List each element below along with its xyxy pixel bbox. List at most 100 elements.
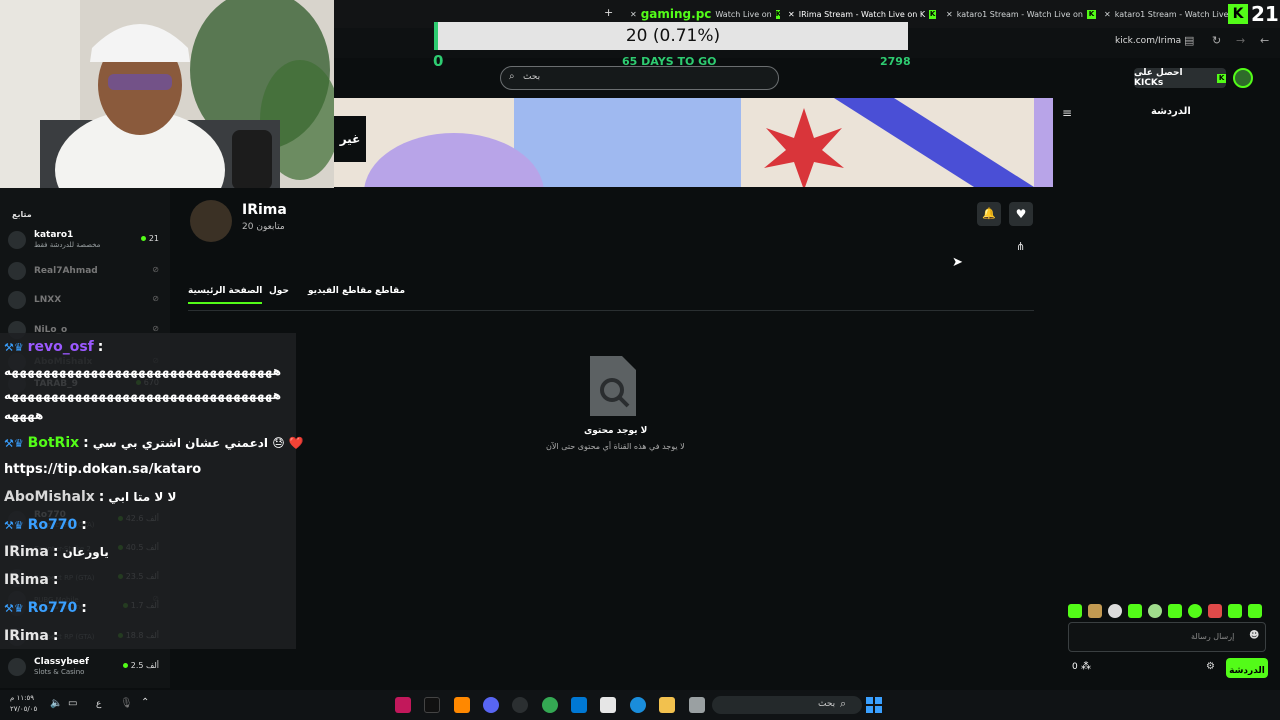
store-icon[interactable] bbox=[600, 697, 616, 713]
tab-clips[interactable]: مقاطع bbox=[375, 286, 405, 296]
chevron-up-icon[interactable]: ⌃ bbox=[141, 697, 149, 708]
discord-icon[interactable] bbox=[483, 697, 499, 713]
emote-icon[interactable] bbox=[1068, 604, 1082, 618]
network-icon[interactable]: ▭ bbox=[68, 698, 77, 709]
live-dot-icon bbox=[140, 236, 146, 241]
task-view-icon[interactable] bbox=[689, 697, 705, 713]
sidebar-channel-item[interactable]: kataro1 مخصصة للدردشة فقط 21 bbox=[8, 226, 163, 254]
empty-state-title: لا يوجد محتوى bbox=[584, 426, 648, 436]
kick-logo-icon: K bbox=[1228, 4, 1248, 24]
sidebar-viewer-count: 21 bbox=[140, 234, 159, 243]
goal-progress-bar: 20 (0.71%) bbox=[434, 22, 908, 50]
follower-count: 20 متابعون bbox=[242, 222, 285, 232]
banner-artwork bbox=[334, 98, 1053, 187]
badge-icon: ⚒♛ bbox=[4, 341, 28, 354]
banner-side-label-box: غير bbox=[334, 116, 366, 162]
avatar[interactable] bbox=[1233, 68, 1253, 88]
overlay-chat-separator: : bbox=[97, 339, 104, 355]
browser-tab[interactable]: ✕ kataro1 Stream - Watch Live bbox=[1104, 5, 1234, 23]
emote-bar bbox=[1068, 604, 1268, 618]
overlay-chat-separator: : bbox=[81, 600, 87, 616]
taskbar-search[interactable]: بحث ⌕ bbox=[712, 696, 862, 714]
obs-icon[interactable] bbox=[512, 697, 528, 713]
overlay-chat-text: ههههه bbox=[4, 408, 44, 422]
send-chat-button[interactable]: الدردشة bbox=[1226, 658, 1268, 678]
emote-icon[interactable] bbox=[1228, 604, 1242, 618]
tiktok-icon[interactable] bbox=[424, 697, 440, 713]
windows-start-icon[interactable] bbox=[866, 697, 882, 713]
share-icon[interactable]: ⋔ bbox=[1016, 240, 1025, 253]
speaker-icon[interactable]: 🔈 bbox=[50, 698, 62, 709]
sidebar-channel-text: Real7Ahmad bbox=[34, 266, 98, 277]
overlay-chat-message: ⚒♛ revo_osf: bbox=[4, 336, 107, 355]
gear-icon[interactable]: ⚙ bbox=[1206, 661, 1215, 672]
offline-icon: ⊘ bbox=[152, 324, 159, 333]
tabs-divider bbox=[188, 310, 1034, 311]
overlay-chat-message: https://tip.dokan.sa/kataro bbox=[4, 458, 201, 477]
overlay-chat-message: AboMishalx: لا لا متا ابي bbox=[4, 486, 176, 505]
vlc-icon[interactable] bbox=[454, 697, 470, 713]
chat-message-input[interactable]: إرسال رسالة ☻ bbox=[1068, 622, 1266, 652]
close-icon[interactable]: ✕ bbox=[630, 10, 637, 19]
get-kicks-button[interactable]: احصل على KICKs K bbox=[1134, 68, 1226, 88]
channel-avatar[interactable] bbox=[190, 200, 232, 242]
microphone-icon[interactable]: 🎙 bbox=[120, 698, 133, 709]
mouse-cursor-icon: ➤ bbox=[952, 255, 963, 270]
badge-icon: ⚒♛ bbox=[4, 602, 28, 615]
app-icon[interactable] bbox=[395, 697, 411, 713]
overlay-chat-message: IRima: bbox=[4, 569, 62, 588]
browser-tab[interactable]: ✕ kataro1 Stream - Watch Live on K bbox=[946, 5, 1096, 23]
overlay-chat-text: ههههههههههههههههههههههههههههههههههه bbox=[4, 388, 282, 402]
outlook-icon[interactable] bbox=[571, 697, 587, 713]
notification-bell-button[interactable]: 🔔 bbox=[977, 202, 1001, 226]
sidebar-channel-item[interactable]: LNXX ⊘ bbox=[8, 286, 163, 314]
overlay-chat-separator: : bbox=[81, 517, 87, 533]
live-dot-icon bbox=[122, 663, 128, 668]
language-indicator[interactable]: ع bbox=[96, 699, 101, 709]
emote-icon[interactable] bbox=[1248, 604, 1262, 618]
collapse-chat-icon[interactable]: ≡ bbox=[1062, 106, 1072, 120]
emote-icon[interactable] bbox=[1168, 604, 1182, 618]
forward-icon[interactable]: → bbox=[1236, 34, 1245, 47]
emote-icon[interactable] bbox=[1188, 604, 1202, 618]
browser-tab-active[interactable]: ✕ IRima Stream - Watch Live on K K bbox=[788, 5, 936, 23]
overlay-chat-message: IRima: ياورعان bbox=[4, 541, 109, 560]
viewer-count-text: 21 bbox=[148, 234, 159, 243]
reload-icon[interactable]: ↻ bbox=[1212, 34, 1221, 47]
reader-icon[interactable]: ▤ bbox=[1184, 34, 1194, 47]
emoji-icon[interactable]: ☻ bbox=[1249, 630, 1259, 641]
emote-icon[interactable] bbox=[1148, 604, 1162, 618]
browser-tab[interactable]: ✕ gaming.pc Watch Live on K bbox=[630, 5, 780, 23]
edge-icon[interactable] bbox=[630, 697, 646, 713]
close-icon[interactable]: ✕ bbox=[1104, 10, 1111, 19]
offline-icon: ⊘ bbox=[152, 265, 159, 274]
tab-videos[interactable]: مقاطع الفيديو bbox=[308, 286, 372, 296]
sidebar-viewer-count: 2.5 ألف bbox=[122, 661, 159, 670]
overlay-chat-text: ههههههههههههههههههههههههههههههههههه bbox=[4, 364, 282, 378]
sidebar-channel-text: kataro1 مخصصة للدردشة فقط bbox=[34, 230, 100, 250]
new-tab-button[interactable]: + bbox=[604, 6, 613, 19]
stream-chat-overlay: ⚒♛ revo_osf: هههههههههههههههههههههههههههه… bbox=[0, 333, 304, 649]
channel-banner: غير bbox=[334, 98, 1053, 187]
chrome-icon[interactable] bbox=[542, 697, 558, 713]
close-icon[interactable]: ✕ bbox=[788, 10, 795, 19]
back-icon[interactable]: ← bbox=[1260, 34, 1269, 47]
sidebar-channel-item[interactable]: Classybeef Slots & Casino 2.5 ألف bbox=[8, 653, 163, 681]
follow-button[interactable]: ♥ bbox=[1009, 202, 1033, 226]
avatar bbox=[8, 262, 26, 280]
address-bar[interactable]: kick.com/Irima bbox=[1115, 36, 1181, 46]
overlay-chat-message: ههههه bbox=[4, 404, 43, 423]
tab-home[interactable]: الصفحة الرئيسية bbox=[188, 286, 263, 304]
goal-text: 20 (0.71%) bbox=[625, 26, 721, 46]
emote-icon[interactable] bbox=[1208, 604, 1222, 618]
emote-icon[interactable] bbox=[1088, 604, 1102, 618]
sidebar-channel-name: Real7Ahmad bbox=[34, 265, 98, 276]
empty-state-subtitle: لا يوجد في هذه القناة أي محتوى حتى الآن bbox=[546, 442, 685, 451]
tab-about[interactable]: حول bbox=[269, 286, 289, 296]
emote-icon[interactable] bbox=[1108, 604, 1122, 618]
file-explorer-icon[interactable] bbox=[659, 697, 675, 713]
sidebar-channel-item[interactable]: Real7Ahmad ⊘ bbox=[8, 257, 163, 285]
emote-icon[interactable] bbox=[1128, 604, 1142, 618]
search-input[interactable]: ⌕ بحث bbox=[500, 66, 779, 90]
close-icon[interactable]: ✕ bbox=[946, 10, 953, 19]
